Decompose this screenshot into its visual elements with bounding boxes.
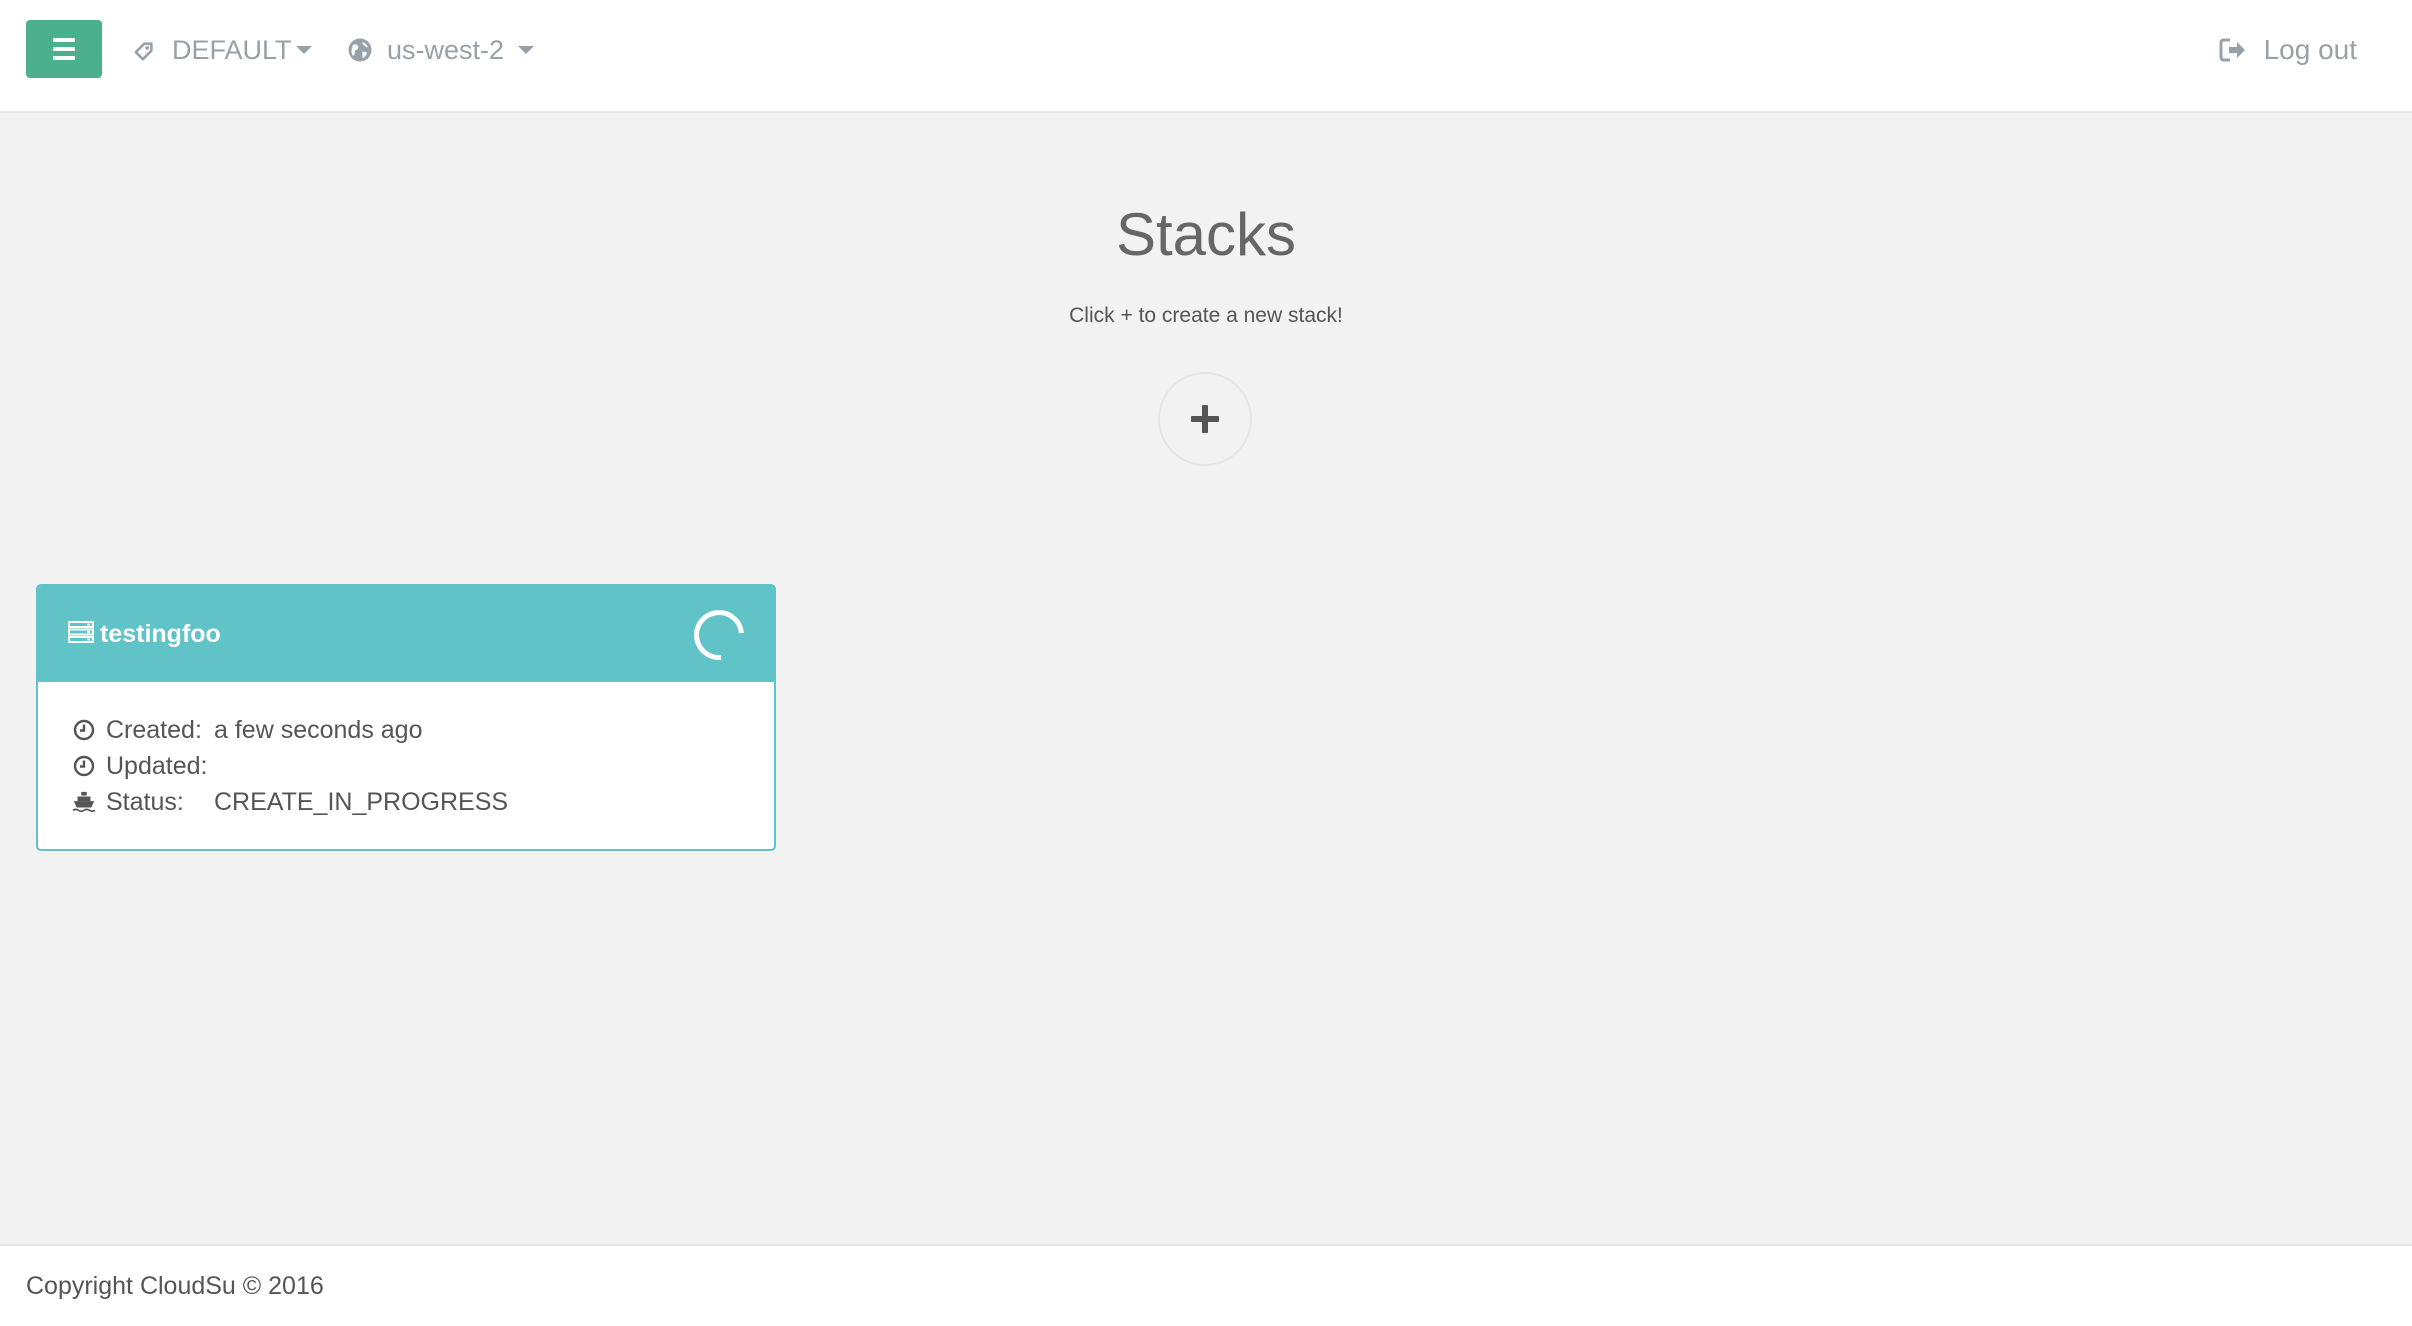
status-label: Status: bbox=[106, 787, 184, 816]
add-stack-button[interactable] bbox=[1158, 372, 1252, 466]
chevron-down-icon bbox=[295, 46, 312, 54]
hamburger-icon bbox=[53, 38, 75, 60]
updated-label: Updated: bbox=[106, 751, 208, 780]
status-value: CREATE_IN_PROGRESS bbox=[214, 787, 509, 816]
clock-icon bbox=[72, 718, 96, 742]
page-title: Stacks bbox=[1115, 201, 1297, 268]
logout-label: Log out bbox=[2263, 34, 2357, 65]
footer: Copyright CloudSu © 2016 bbox=[0, 1244, 2412, 1326]
chevron-down-icon bbox=[518, 46, 535, 54]
stack-card-header[interactable]: testingfoo bbox=[38, 586, 774, 682]
spinner-icon bbox=[683, 599, 755, 671]
stack-name: testingfoo bbox=[100, 619, 221, 648]
sign-out-icon bbox=[2218, 35, 2248, 65]
profile-label: DEFAULT bbox=[172, 34, 292, 65]
region-dropdown[interactable]: us-west-2 bbox=[345, 28, 535, 72]
menu-toggle-button[interactable] bbox=[26, 20, 102, 78]
tag-icon bbox=[130, 35, 160, 65]
stack-card[interactable]: testingfoo Created: a few seconds ago Up… bbox=[36, 584, 776, 851]
server-icon bbox=[68, 620, 94, 649]
clock-icon bbox=[72, 754, 96, 778]
created-label: Created: bbox=[106, 715, 202, 744]
globe-icon bbox=[345, 35, 375, 65]
page-subtitle: Click + to create a new stack! bbox=[1069, 304, 1343, 327]
region-label: us-west-2 bbox=[387, 34, 505, 65]
plus-icon bbox=[1191, 405, 1219, 433]
ship-icon bbox=[72, 790, 96, 814]
logout-button[interactable]: Log out bbox=[2218, 28, 2357, 72]
profile-dropdown[interactable]: DEFAULT bbox=[130, 28, 312, 72]
copyright-text: Copyright CloudSu © 2016 bbox=[26, 1272, 324, 1300]
stack-card-body: Created: a few seconds ago Updated: Stat… bbox=[38, 682, 774, 820]
top-navbar: DEFAULT us-west-2 Log out bbox=[0, 0, 2412, 113]
stack-updated-row: Updated: bbox=[72, 748, 740, 784]
created-value: a few seconds ago bbox=[214, 715, 423, 744]
stack-created-row: Created: a few seconds ago bbox=[72, 712, 740, 748]
stack-status-row: Status: CREATE_IN_PROGRESS bbox=[72, 784, 740, 820]
